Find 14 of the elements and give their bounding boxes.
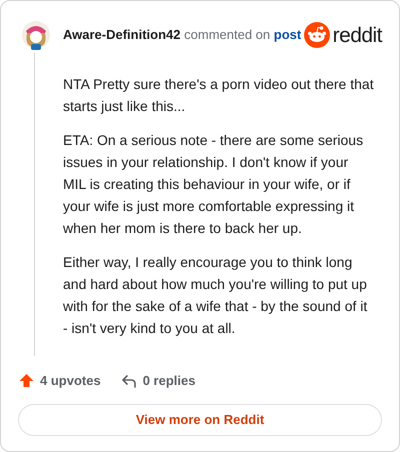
username[interactable]: Aware-Definition42 bbox=[63, 27, 181, 42]
action-text: commented on bbox=[184, 27, 270, 42]
reddit-alien-icon bbox=[304, 22, 330, 48]
comment-paragraph: ETA: On a serious note - there are some serious issues in your relationship. I don't know if your MIL is creating this behaviour in your wife, or if your wife is just more comfortable expressing it when her mom is there to back her up. bbox=[63, 131, 364, 238]
brand-name: reddit bbox=[332, 24, 382, 46]
upvote-count: 4 upvotes bbox=[40, 372, 101, 390]
view-more-button[interactable]: View more on Reddit bbox=[18, 404, 382, 436]
reply-arrow-icon[interactable] bbox=[120, 374, 137, 388]
upvote-arrow-icon[interactable] bbox=[19, 373, 34, 388]
comment-paragraph: Either way, I really encourage you to think long and hard about how much you're willing to put up with for the sake of a wife that - by the sound of it - isn't very kind to you at all. bbox=[63, 253, 368, 338]
comment-paragraph: NTA Pretty sure there's a porn video out there that starts just like this... bbox=[63, 75, 374, 116]
avatar-icon bbox=[21, 19, 51, 51]
reply-count: 0 replies bbox=[142, 372, 196, 390]
post-link[interactable]: post bbox=[274, 27, 302, 42]
